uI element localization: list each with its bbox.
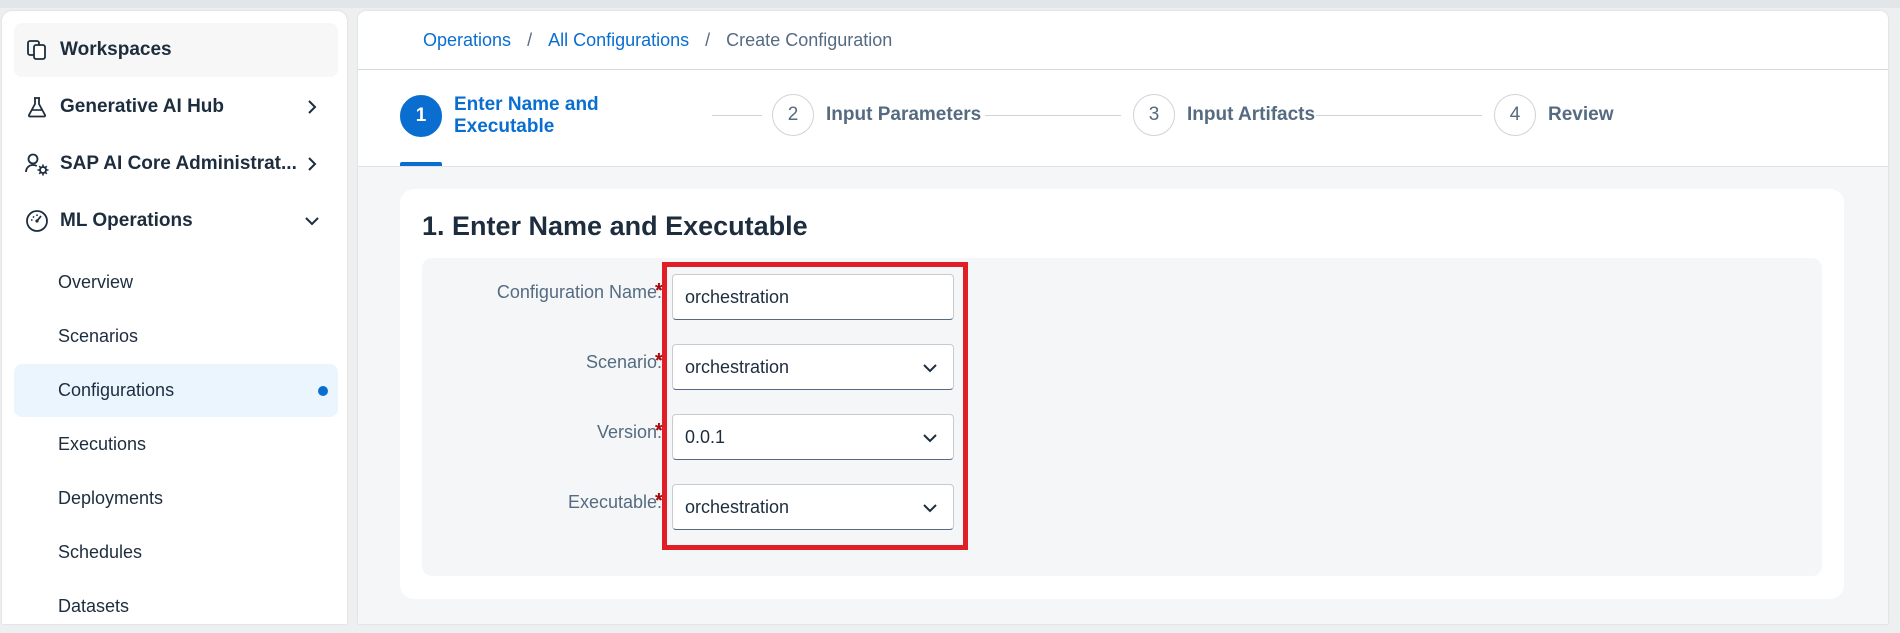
configuration-name-input[interactable]: orchestration [672, 274, 954, 320]
executable-select[interactable]: orchestration [672, 484, 954, 530]
sidebar-item-ml-operations[interactable]: ML Operations [14, 194, 338, 248]
sidebar-subitem-executions[interactable]: Executions [14, 418, 338, 471]
scenario-select[interactable]: orchestration [672, 344, 954, 390]
sidebar-subitem-configurations[interactable]: Configurations [14, 364, 338, 417]
dashboard-gauge-icon [24, 208, 50, 234]
sidebar-item-sap-ai-core-administration[interactable]: SAP AI Core Administrat... [14, 137, 338, 191]
sidebar-subitem-datasets[interactable]: Datasets [14, 580, 338, 633]
form-row-executable: Executable: * orchestration [422, 484, 1822, 534]
breadcrumb-separator: / [705, 30, 711, 50]
step-number: 1 [400, 95, 442, 137]
field-value: orchestration [685, 496, 790, 517]
wizard-step-3[interactable]: 3 Input Artifacts [1133, 94, 1315, 136]
wizard-step-4[interactable]: 4 Review [1494, 94, 1613, 136]
breadcrumb: Operations / All Configurations / Create… [423, 30, 892, 51]
sidebar-subitem-scenarios[interactable]: Scenarios [14, 310, 338, 363]
required-marker: * [655, 280, 663, 302]
sidebar-item-label: SAP AI Core Administrat... [60, 153, 297, 174]
active-indicator-dot [318, 386, 328, 396]
wizard-step-2[interactable]: 2 Input Parameters [772, 94, 981, 136]
chevron-down-icon [923, 434, 937, 443]
sidebar-item-workspaces[interactable]: Workspaces [14, 23, 338, 77]
step-connector [985, 115, 1121, 116]
step-number: 4 [1494, 94, 1536, 136]
top-strip [0, 0, 1900, 8]
sidebar-subitem-deployments[interactable]: Deployments [14, 472, 338, 525]
step-number: 2 [772, 94, 814, 136]
form-row-version: Version: * 0.0.1 [422, 414, 1822, 464]
breadcrumb-current: Create Configuration [726, 30, 893, 50]
sidebar-subitem-overview[interactable]: Overview [14, 256, 338, 309]
workspaces-icon [24, 37, 50, 63]
main-panel: Operations / All Configurations / Create… [358, 11, 1888, 624]
step-connector [712, 115, 762, 116]
breadcrumb-separator: / [527, 30, 533, 50]
sidebar-subitem-schedules[interactable]: Schedules [14, 526, 338, 579]
form-card: 1. Enter Name and Executable Configurati… [400, 189, 1844, 599]
step-connector [1316, 115, 1482, 116]
field-label: Version: [596, 422, 662, 442]
user-settings-icon [24, 151, 50, 177]
step-number: 3 [1133, 94, 1175, 136]
required-marker: * [655, 350, 663, 372]
chevron-down-icon [923, 364, 937, 373]
sidebar-subitem-label: Configurations [58, 380, 175, 400]
chevron-right-icon [308, 100, 317, 114]
chevron-right-icon [308, 157, 317, 171]
active-step-underline [400, 162, 442, 166]
field-label: Configuration Name: [496, 282, 662, 302]
flask-icon [24, 94, 50, 120]
form-area: Configuration Name: * orchestration Scen… [422, 258, 1822, 576]
sidebar: Workspaces Generative AI Hub SAP AI Core… [2, 11, 347, 624]
step-title: Enter Name and Executable [454, 94, 599, 137]
form-row-configuration-name: Configuration Name: * orchestration [422, 274, 1822, 324]
sidebar-item-label: ML Operations [60, 210, 193, 231]
field-label: Scenario: [585, 352, 662, 372]
step-title: Input Parameters [826, 104, 982, 125]
field-label: Executable: [567, 492, 662, 512]
sidebar-item-label: Generative AI Hub [60, 96, 225, 117]
field-value: orchestration [685, 356, 790, 377]
sidebar-item-label: Workspaces [60, 39, 172, 60]
step-title: Review [1548, 104, 1614, 125]
required-marker: * [655, 420, 663, 442]
wizard-progress-bar: 1 Enter Name and Executable 2 Input Para… [358, 70, 1888, 167]
breadcrumb-operations[interactable]: Operations [423, 30, 511, 51]
step-title: Input Artifacts [1187, 104, 1316, 125]
field-value: 0.0.1 [685, 426, 726, 447]
form-row-scenario: Scenario: * orchestration [422, 344, 1822, 394]
page-header: Operations / All Configurations / Create… [358, 11, 1888, 70]
field-value: orchestration [685, 286, 790, 307]
breadcrumb-all-configurations[interactable]: All Configurations [548, 30, 689, 51]
version-select[interactable]: 0.0.1 [672, 414, 954, 460]
section-title: 1. Enter Name and Executable [422, 211, 808, 241]
required-marker: * [655, 490, 663, 512]
wizard-step-1[interactable]: 1 Enter Name and Executable [400, 94, 624, 138]
chevron-down-icon [305, 217, 319, 226]
sidebar-item-generative-ai-hub[interactable]: Generative AI Hub [14, 80, 338, 134]
chevron-down-icon [923, 504, 937, 513]
